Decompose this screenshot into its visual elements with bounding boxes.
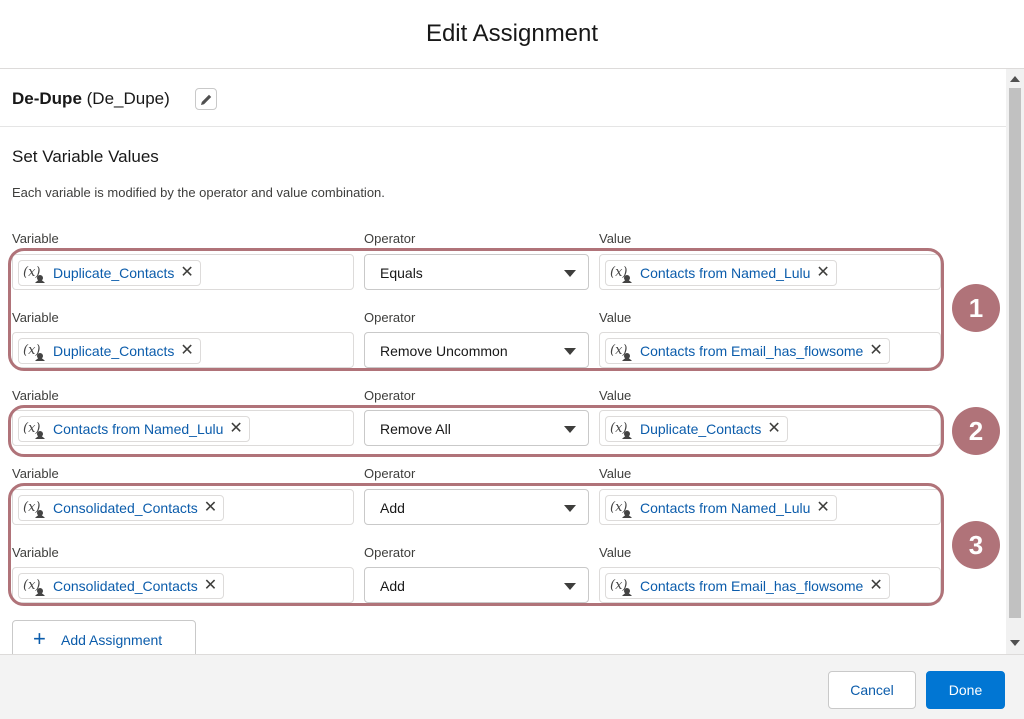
edit-element-button[interactable] (195, 88, 217, 110)
value-label: Value (599, 388, 632, 403)
variable-label: Variable (12, 231, 59, 246)
section-title: Set Variable Values (12, 147, 159, 166)
add-assignment-label: Add Assignment (61, 632, 163, 648)
scroll-up-arrow-icon[interactable] (1010, 76, 1020, 82)
variable-label: Variable (12, 466, 59, 481)
value-label: Value (599, 466, 632, 481)
variable-label: Variable (12, 388, 59, 403)
operator-label: Operator (364, 231, 416, 246)
value-label: Value (599, 231, 632, 246)
plus-icon: + (33, 626, 46, 651)
operator-label: Operator (364, 388, 416, 403)
element-api-name: (De_Dupe) (86, 89, 170, 108)
annotation-outline-group-2 (8, 405, 944, 457)
element-label: De-Dupe (12, 89, 82, 108)
annotation-badge: 2 (952, 407, 1000, 455)
scroll-down-arrow-icon[interactable] (1010, 640, 1020, 646)
annotation-badge: 3 (952, 521, 1000, 569)
element-header: De-Dupe (De_Dupe) (0, 69, 1006, 127)
done-button[interactable]: Done (926, 671, 1005, 709)
scrollbar-thumb[interactable] (1009, 88, 1021, 618)
cancel-button[interactable]: Cancel (828, 671, 916, 709)
modal-header: Edit Assignment (0, 0, 1024, 69)
annotation-outline-group-1 (8, 248, 944, 371)
modal-footer: Cancel Done (0, 654, 1024, 719)
modal-body: De-Dupe (De_Dupe) Set Variable Values Ea… (0, 69, 1006, 654)
section-description: Each variable is modified by the operato… (12, 185, 385, 200)
element-name: De-Dupe (De_Dupe) (12, 89, 170, 109)
add-assignment-button[interactable]: + Add Assignment (12, 620, 196, 654)
annotation-badge: 1 (952, 284, 1000, 332)
pencil-icon (201, 94, 212, 105)
operator-label: Operator (364, 466, 416, 481)
modal-title: Edit Assignment (425, 20, 599, 47)
annotation-outline-group-3 (8, 483, 944, 606)
